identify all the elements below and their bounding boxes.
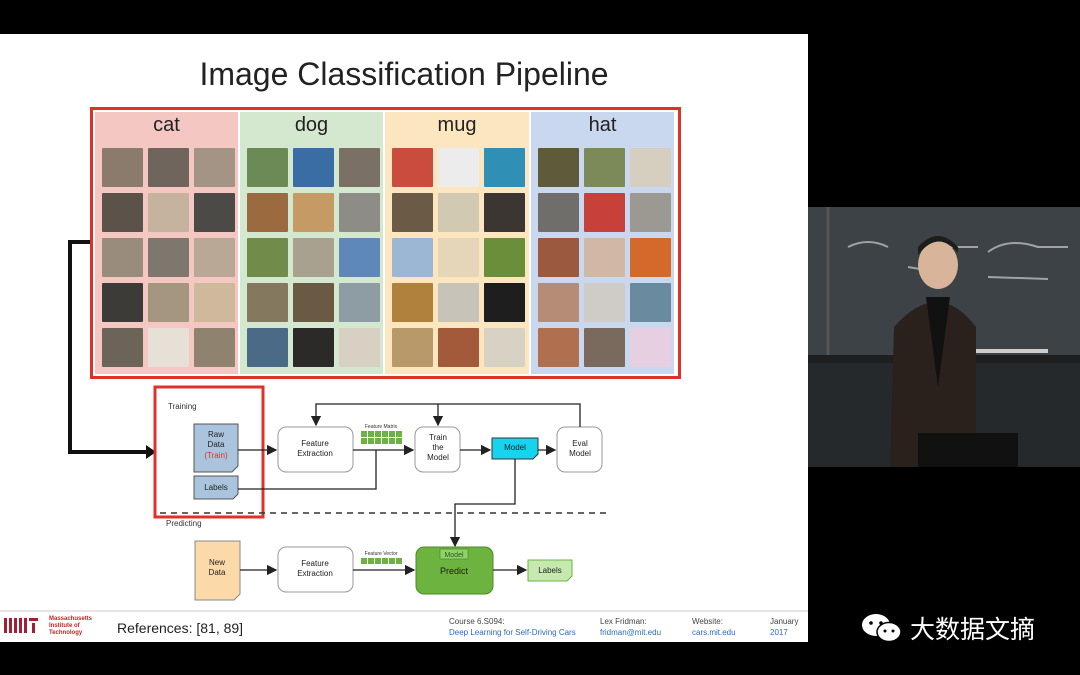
- train-label-3: Model: [427, 453, 449, 462]
- feature-vector-label: Feature Vector: [365, 551, 398, 557]
- feature-cell: [375, 431, 381, 437]
- mit-line-2: Institute of: [49, 623, 80, 629]
- feature-extraction-label-1: Feature: [301, 439, 329, 448]
- course-link[interactable]: Deep Learning for Self-Driving Cars: [449, 627, 576, 638]
- feature-cell: [382, 438, 388, 444]
- mit-line-1: Massachusetts: [49, 616, 93, 622]
- raw-data-train-label: (Train): [204, 451, 228, 460]
- author-line-1: Lex Fridman:: [600, 617, 647, 626]
- date-line-1: January: [770, 617, 799, 626]
- date-info: January 2017: [770, 616, 798, 638]
- author-info: Lex Fridman: fridman@mit.edu: [600, 616, 661, 638]
- slide: Image Classification Pipeline cat dog mu…: [0, 34, 808, 642]
- mit-line-3: Technology: [49, 630, 83, 636]
- feature-cell: [382, 558, 388, 564]
- lecturer-video-frame: [808, 207, 1080, 467]
- feature-cell: [396, 438, 402, 444]
- website-line-1: Website:: [692, 617, 723, 626]
- labels-doc-label: Labels: [204, 483, 228, 492]
- predicting-label: Predicting: [166, 519, 202, 528]
- course-info: Course 6.S094: Deep Learning for Self-Dr…: [449, 616, 576, 638]
- feature-cell: [389, 558, 395, 564]
- website-info: Website: cars.mit.edu: [692, 616, 736, 638]
- predict-model-tag-label: Model: [444, 552, 464, 559]
- raw-data-label-1: Raw: [208, 430, 224, 439]
- training-label: Training: [168, 402, 197, 411]
- mit-logo: [4, 618, 38, 633]
- train-label-1: Train: [429, 433, 447, 442]
- grid-to-training-arrow: [68, 240, 152, 454]
- feature-vector: [361, 558, 402, 564]
- feature-cell: [368, 438, 374, 444]
- new-data-label-1: New: [209, 558, 225, 567]
- pipeline-diagram: Training Raw Data (Train) Labels Feature…: [0, 240, 808, 633]
- course-line-1: Course 6.S094:: [449, 617, 505, 626]
- feature-cell: [396, 558, 402, 564]
- wechat-icon: [862, 614, 902, 643]
- feature-cell: [361, 438, 367, 444]
- predict-label: Predict: [440, 566, 469, 576]
- feature-matrix: [361, 431, 402, 444]
- feature-cell: [361, 431, 367, 437]
- feature-cell: [375, 558, 381, 564]
- model-label: Model: [504, 443, 526, 452]
- feature-cell: [368, 558, 374, 564]
- feature-cell: [382, 431, 388, 437]
- lecturer-video[interactable]: [808, 207, 1080, 467]
- date-line-2: 2017: [770, 628, 788, 637]
- feature-matrix-label: Feature Matrix: [365, 424, 398, 430]
- feature-extraction-2-label-2: Extraction: [297, 569, 333, 578]
- mit-name: Massachusetts Institute of Technology: [49, 616, 92, 637]
- eval-label-1: Eval: [572, 439, 588, 448]
- new-data-label-2: Data: [209, 568, 226, 577]
- raw-data-label-2: Data: [208, 440, 225, 449]
- feature-cell: [389, 438, 395, 444]
- website-link[interactable]: cars.mit.edu: [692, 627, 736, 638]
- feature-cell: [396, 431, 402, 437]
- eval-label-2: Model: [569, 449, 591, 458]
- references: References: [81, 89]: [117, 620, 244, 636]
- feature-cell: [361, 558, 367, 564]
- train-label-2: the: [432, 443, 444, 452]
- feature-cell: [389, 431, 395, 437]
- feature-extraction-2-label-1: Feature: [301, 559, 329, 568]
- author-email-link[interactable]: fridman@mit.edu: [600, 627, 661, 638]
- feature-cell: [375, 438, 381, 444]
- feature-extraction-label-2: Extraction: [297, 449, 333, 458]
- watermark-text: 大数据文摘: [910, 615, 1036, 644]
- watermark: 大数据文摘: [860, 610, 1035, 646]
- output-labels-label: Labels: [538, 566, 562, 575]
- feature-cell: [368, 431, 374, 437]
